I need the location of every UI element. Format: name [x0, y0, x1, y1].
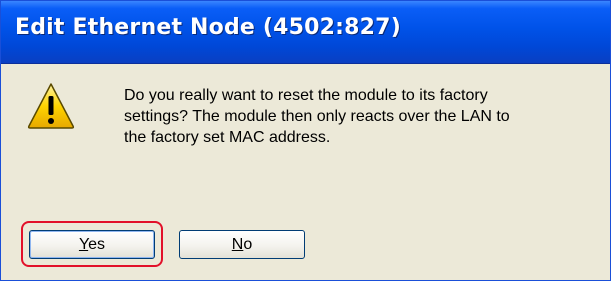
warning-icon — [27, 83, 75, 129]
dialog-title: Edit Ethernet Node (4502:827) — [15, 15, 401, 40]
no-button-label: No — [231, 235, 253, 253]
dialog-body: Do you really want to reset the module t… — [1, 64, 610, 280]
divider — [1, 205, 610, 206]
yes-button[interactable]: Yes — [29, 230, 155, 259]
yes-button-label: Yes — [78, 235, 106, 253]
title-bar[interactable]: Edit Ethernet Node (4502:827) — [1, 1, 610, 64]
dialog-message: Do you really want to reset the module t… — [124, 87, 510, 146]
no-button[interactable]: No — [179, 230, 305, 259]
dialog-window: Edit Ethernet Node (4502:827) Do you rea… — [0, 0, 611, 281]
